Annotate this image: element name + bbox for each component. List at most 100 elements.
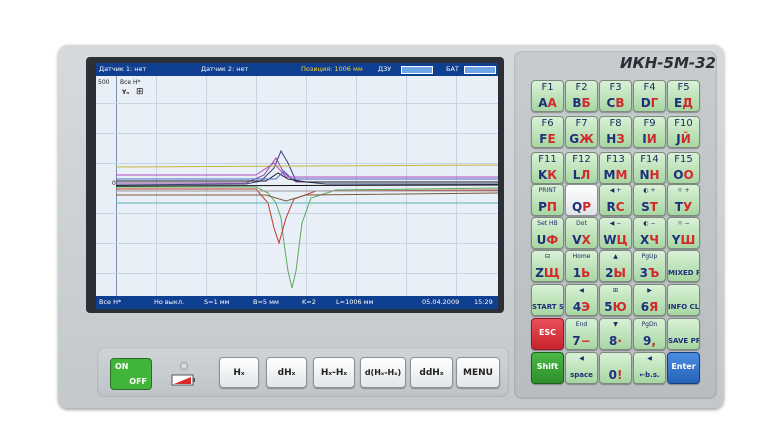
key-8-1[interactable]: ◀ space (565, 352, 598, 384)
trace (115, 184, 498, 187)
key-function-label: PRINT (538, 187, 557, 194)
key-char-label: 3Ъ (634, 266, 665, 280)
key-char-label: IИ (634, 132, 665, 146)
key-cyrillic-char: Ю (612, 300, 627, 314)
key-latin-char: X (640, 233, 650, 247)
mode-status: Все Н* (99, 298, 122, 306)
key-2-0[interactable]: F11 KК (531, 152, 564, 184)
key-7-1[interactable]: End 7− (565, 318, 598, 350)
key-2-4[interactable]: F15 OО (667, 152, 700, 184)
key-8-4[interactable]: Enter (667, 352, 700, 384)
menu-button[interactable]: MENU (456, 357, 500, 388)
key-char-label: FЕ (532, 132, 563, 146)
key-function-label: ◀ + (609, 187, 622, 194)
key-6-3[interactable]: ▶ 6Я (633, 284, 666, 316)
display-screen: Датчик 1: нет Датчик 2: нет Позиция: 100… (96, 63, 498, 309)
key-6-4[interactable]: INFO CLEAR (667, 284, 700, 316)
filter-status: Но выкл. (154, 298, 185, 306)
key-function-label: F9 (643, 118, 656, 129)
key-4-3[interactable]: ◐ − XЧ (633, 217, 666, 249)
key-function-label: F11 (538, 154, 557, 165)
key-4-0[interactable]: Set HB UФ (531, 217, 564, 249)
key-5-3[interactable]: PgUp 3Ъ (633, 250, 666, 282)
key-function-label: F13 (606, 154, 625, 165)
key-7-0[interactable]: ESC (531, 318, 564, 350)
hx-button[interactable]: Hₓ (219, 357, 259, 388)
key-4-2[interactable]: ◀ − WЦ (599, 217, 632, 249)
time-status: 15:29 (474, 298, 493, 306)
dhx-button[interactable]: dHₓ (266, 357, 307, 388)
key-function-label: ▼ (613, 321, 618, 328)
key-4-1[interactable]: Dot VХ (565, 217, 598, 249)
key-8-2[interactable]: 0! (599, 352, 632, 384)
key-label: Shift (536, 362, 559, 371)
key-1-3[interactable]: F9 IИ (633, 116, 666, 148)
key-6-1[interactable]: ◀ 4Э (565, 284, 598, 316)
key-2-2[interactable]: F13 MМ (599, 152, 632, 184)
key-8-0[interactable]: Shift (531, 352, 564, 384)
key-char-label: DГ (634, 96, 665, 110)
key-latin-char: 0 (608, 368, 617, 382)
key-cyrillic-char: ! (616, 368, 623, 382)
key-1-2[interactable]: F8 HЗ (599, 116, 632, 148)
key-0-2[interactable]: F3 CВ (599, 80, 632, 112)
key-function-label: F2 (575, 82, 588, 93)
status-led (180, 362, 188, 370)
key-char-label: AА (532, 96, 563, 110)
key-6-2[interactable]: ⊞ 5Ю (599, 284, 632, 316)
key-8-3[interactable]: ◀ ←b.s. (633, 352, 666, 384)
key-7-3[interactable]: PgDn 9, (633, 318, 666, 350)
key-latin-char: D (640, 96, 651, 110)
key-3-3[interactable]: ◐ + SТ (633, 184, 666, 216)
key-3-2[interactable]: ◀ + RС (599, 184, 632, 216)
b-status: B=5 мм (253, 298, 279, 306)
key-5-1[interactable]: Home 1Ь (565, 250, 598, 282)
key-latin-char: T (674, 200, 683, 214)
key-2-3[interactable]: F14 NН (633, 152, 666, 184)
key-function-label: F12 (572, 154, 591, 165)
key-1-1[interactable]: F7 GЖ (565, 116, 598, 148)
key-char-label: YШ (668, 233, 699, 247)
key-function-label: PgDn (641, 321, 658, 328)
key-label: Enter (671, 362, 696, 371)
key-6-0[interactable]: START STOP (531, 284, 564, 316)
key-3-1[interactable]: QР (565, 184, 598, 216)
key-7-4[interactable]: SAVE PREV. (667, 318, 700, 350)
d-hx-diff-button[interactable]: d(Hₓ-Hₓ) (360, 357, 406, 388)
model-label: ИКН-5М-32 (619, 54, 716, 72)
power-button[interactable]: ON OFF (110, 358, 152, 390)
key-3-0[interactable]: PRINT PП (531, 184, 564, 216)
key-function-label: F10 (674, 118, 693, 129)
key-latin-char: 1 (572, 266, 582, 280)
key-0-0[interactable]: F1 AА (531, 80, 564, 112)
trace (115, 164, 498, 168)
key-5-4[interactable]: MIXED RUS LAT (667, 250, 700, 282)
key-0-1[interactable]: F2 BБ (565, 80, 598, 112)
key-0-3[interactable]: F4 DГ (633, 80, 666, 112)
key-char-label: QР (566, 200, 597, 214)
key-char-label: 7− (566, 334, 597, 348)
key-7-2[interactable]: ▼ 8· (599, 318, 632, 350)
ddhx-button[interactable]: ddHₓ (410, 357, 453, 388)
signal-traces (115, 149, 498, 289)
key-char-label: MIXED RUS LAT (668, 269, 699, 277)
key-char-label: HЗ (600, 132, 631, 146)
key-0-4[interactable]: F5 EД (667, 80, 700, 112)
key-5-2[interactable]: ▲ 2Ы (599, 250, 632, 282)
trace (116, 188, 498, 245)
hx-diff-button[interactable]: Hₓ-Hₓ (313, 357, 355, 388)
key-1-4[interactable]: F10 JЙ (667, 116, 700, 148)
key-char-label: 2Ы (600, 266, 631, 280)
key-4-4[interactable]: ☼ − YШ (667, 217, 700, 249)
key-5-0[interactable]: ⊟ ZЩ (531, 250, 564, 282)
key-2-1[interactable]: F12 LЛ (565, 152, 598, 184)
key-latin-char: space (570, 371, 593, 379)
key-latin-char: M (603, 168, 616, 182)
key-char-label: VХ (566, 233, 597, 247)
key-latin-char: 7 (572, 334, 581, 348)
key-1-0[interactable]: F6 FЕ (531, 116, 564, 148)
key-cyrillic-char: − (580, 334, 591, 348)
key-char-label: NН (634, 168, 665, 182)
key-3-4[interactable]: ☼ + TУ (667, 184, 700, 216)
date-status: 05.04.2009 (422, 298, 460, 306)
